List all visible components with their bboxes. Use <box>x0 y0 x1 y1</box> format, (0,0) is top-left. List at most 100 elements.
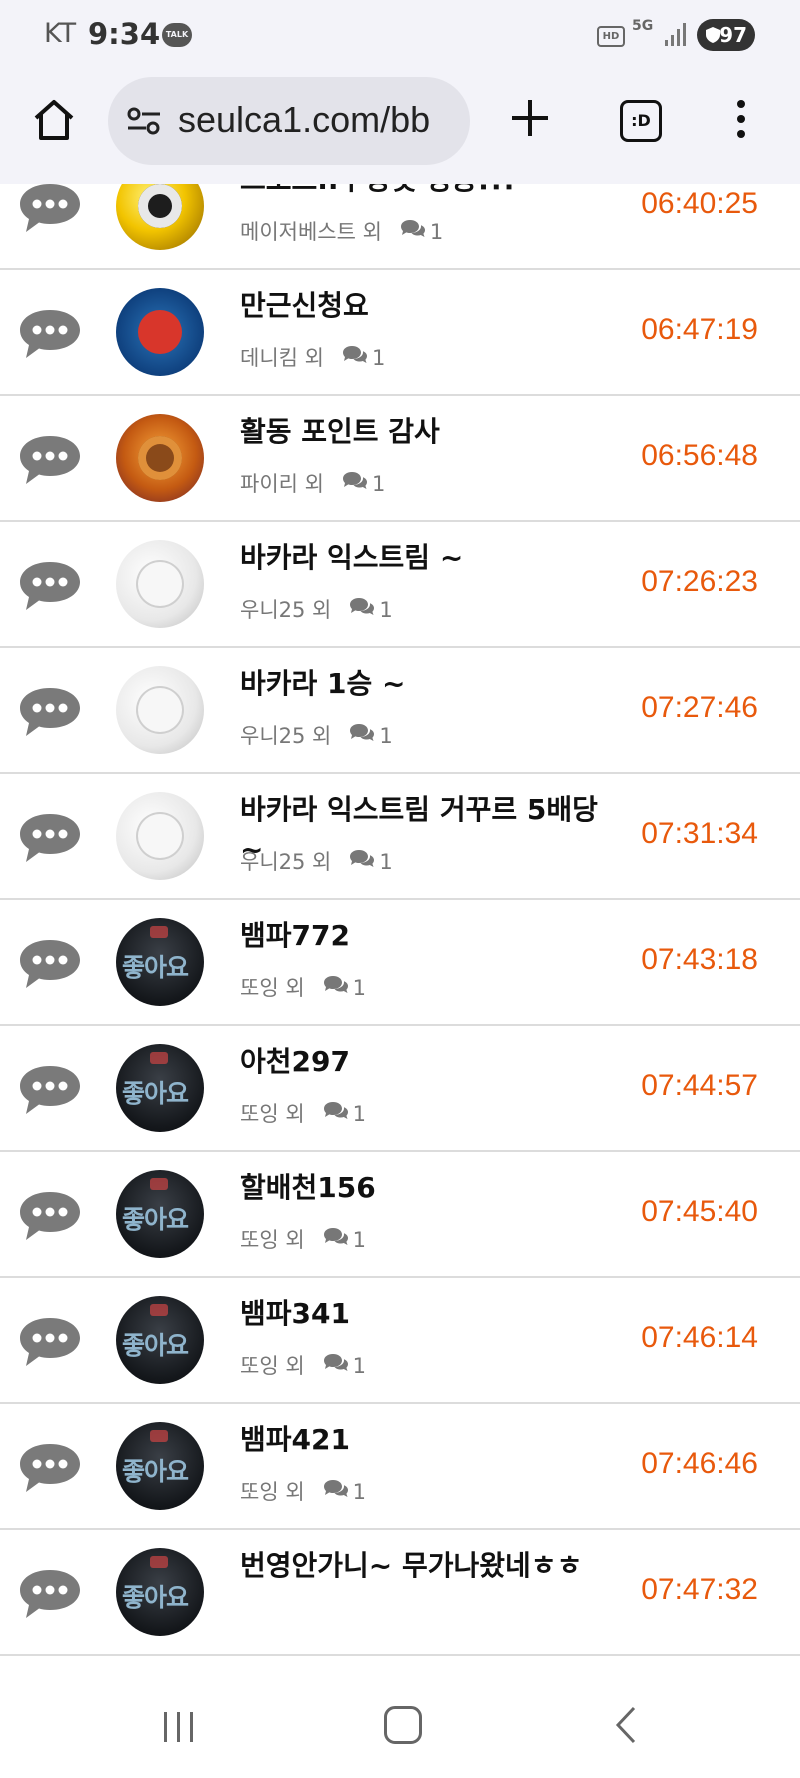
avatar[interactable] <box>116 666 204 754</box>
comments-icon <box>323 1101 349 1126</box>
avatar-text: 좋아요 <box>122 1457 189 1486</box>
speech-bubble-icon <box>18 1316 82 1368</box>
post-title[interactable]: 만근신청요 <box>240 286 620 326</box>
avatar[interactable] <box>116 540 204 628</box>
post-title[interactable]: 번영안가니~ 무가나왔네ㅎㅎ <box>240 1546 620 1586</box>
post-author: 또잉 외 <box>240 1354 305 1378</box>
list-item[interactable]: 좋아요 할배천156 또잉 외 1 07:45:40 <box>0 1152 800 1278</box>
avatar[interactable]: 좋아요 <box>116 1044 204 1132</box>
post-title[interactable]: 스포츠..루징벳 성공!!! <box>240 184 620 200</box>
list-item[interactable]: 바카라 익스트림 거꾸르 5배당 ~ 우니25 외 1 07:31:34 <box>0 774 800 900</box>
avatar[interactable] <box>116 414 204 502</box>
post-title[interactable]: 뱀파341 <box>240 1294 620 1334</box>
post-title[interactable]: 뱀파772 <box>240 916 620 956</box>
more-menu-icon[interactable] <box>734 100 748 144</box>
talk-notification-icon: TALK <box>162 23 192 47</box>
avatar-decoration <box>150 1052 168 1064</box>
post-author: 또잉 외 <box>240 976 305 1000</box>
post-time: 07:44:57 <box>641 1069 758 1102</box>
avatar-emblem <box>138 436 182 480</box>
system-nav-bar <box>0 1670 800 1778</box>
post-author: 메이저베스트 외 <box>240 220 382 244</box>
post-meta: 메이저베스트 외 1 <box>240 216 443 248</box>
list-item[interactable]: 좋아요 뱀파341 또잉 외 1 07:46:14 <box>0 1278 800 1404</box>
url-text[interactable]: seulca1.com/bb <box>178 99 430 141</box>
list-item[interactable]: 좋아요 뱀파421 또잉 외 1 07:46:46 <box>0 1404 800 1530</box>
new-tab-button[interactable] <box>508 96 552 140</box>
comments-icon <box>349 723 375 748</box>
back-icon[interactable] <box>614 1706 638 1748</box>
tab-switcher-icon[interactable]: :D <box>620 100 662 142</box>
speech-bubble-icon <box>18 184 82 234</box>
comment-count: 1 <box>379 598 393 622</box>
avatar-emblem <box>138 562 182 606</box>
comment-count: 1 <box>379 724 393 748</box>
home-icon <box>34 100 74 140</box>
post-time: 07:31:34 <box>641 817 758 850</box>
post-author: 우니25 외 <box>240 598 332 622</box>
comment-count: 1 <box>352 1102 367 1126</box>
comment-count: 1 <box>352 1354 367 1378</box>
post-list: 스포츠..루징벳 성공!!! 메이저베스트 외 1 06:40:25 만근신청요데니킴 … <box>0 184 800 1670</box>
post-time: 06:56:48 <box>641 439 758 472</box>
post-time: 06:47:19 <box>641 313 758 346</box>
post-title[interactable]: 뱀파421 <box>240 1420 620 1460</box>
post-title[interactable]: 할배천156 <box>240 1168 620 1208</box>
comment-count: 1 <box>352 976 367 1000</box>
list-item[interactable]: 좋아요 아천297 또잉 외 1 07:44:57 <box>0 1026 800 1152</box>
post-meta: 또잉 외 1 <box>240 1098 366 1130</box>
list-item[interactable]: 좋아요 뱀파772 또잉 외 1 07:43:18 <box>0 900 800 1026</box>
list-item[interactable]: 스포츠..루징벳 성공!!! 메이저베스트 외 1 06:40:25 <box>0 184 800 270</box>
post-author: 우니25 외 <box>240 850 332 874</box>
post-author: 우니25 외 <box>240 724 332 748</box>
post-title[interactable]: 바카라 1승 ~ <box>240 664 620 704</box>
post-meta: 또잉 외 1 <box>240 1350 366 1382</box>
avatar[interactable] <box>116 288 204 376</box>
post-author: 또잉 외 <box>240 1102 305 1126</box>
comments-icon <box>349 597 375 622</box>
post-author: 또잉 외 <box>240 1228 305 1252</box>
avatar[interactable]: 좋아요 <box>116 1422 204 1510</box>
home-nav-icon[interactable] <box>384 1706 422 1744</box>
post-time: 07:27:46 <box>641 691 758 724</box>
comment-count: 1 <box>371 472 386 496</box>
list-item[interactable]: 바카라 1승 ~ 우니25 외 1 07:27:46 <box>0 648 800 774</box>
comment-count: 1 <box>352 1480 367 1504</box>
avatar[interactable]: 좋아요 <box>116 918 204 1006</box>
home-button[interactable] <box>30 96 78 144</box>
post-title[interactable]: 활동 포인트 감사 <box>240 412 620 452</box>
post-time: 06:40:25 <box>641 187 758 220</box>
comments-icon <box>323 1227 349 1252</box>
battery-level: 97 <box>719 23 747 47</box>
post-title[interactable]: 아천297 <box>240 1042 620 1082</box>
avatar-decoration <box>150 926 168 938</box>
post-meta: 또잉 외 1 <box>240 972 366 1004</box>
avatar-text: 좋아요 <box>122 1079 189 1108</box>
avatar[interactable]: 좋아요 <box>116 1548 204 1636</box>
avatar-decoration <box>150 1178 168 1190</box>
site-settings-icon[interactable] <box>126 107 162 139</box>
avatar-emblem <box>138 310 182 354</box>
list-item[interactable]: 만근신청요 데니킴 외 1 06:47:19 <box>0 270 800 396</box>
speech-bubble-icon <box>18 1190 82 1242</box>
list-item[interactable]: 바카라 익스트림 ~ 우니25 외 1 07:26:23 <box>0 522 800 648</box>
recent-apps-icon[interactable] <box>162 1710 196 1748</box>
speech-bubble-icon <box>18 308 82 360</box>
post-author: 또잉 외 <box>240 1480 305 1504</box>
avatar-decoration <box>150 1304 168 1316</box>
avatar[interactable]: 좋아요 <box>116 1170 204 1258</box>
avatar[interactable] <box>116 184 204 250</box>
avatar-emblem <box>138 814 182 858</box>
avatar-text: 좋아요 <box>122 953 189 982</box>
post-meta: 또잉 외 1 <box>240 1224 366 1256</box>
speech-bubble-icon <box>18 938 82 990</box>
list-item[interactable]: 활동 포인트 감사 파이리 외 1 06:56:48 <box>0 396 800 522</box>
speech-bubble-icon <box>18 1064 82 1116</box>
carrier-label: KT <box>44 18 77 49</box>
avatar[interactable] <box>116 792 204 880</box>
post-title[interactable]: 바카라 익스트림 ~ <box>240 538 620 578</box>
list-item[interactable]: 좋아요 번영안가니~ 무가나왔네ㅎㅎ 07:47:32 <box>0 1530 800 1656</box>
avatar[interactable]: 좋아요 <box>116 1296 204 1384</box>
address-bar[interactable]: seulca1.com/bb <box>108 77 470 165</box>
avatar-emblem <box>138 184 182 228</box>
